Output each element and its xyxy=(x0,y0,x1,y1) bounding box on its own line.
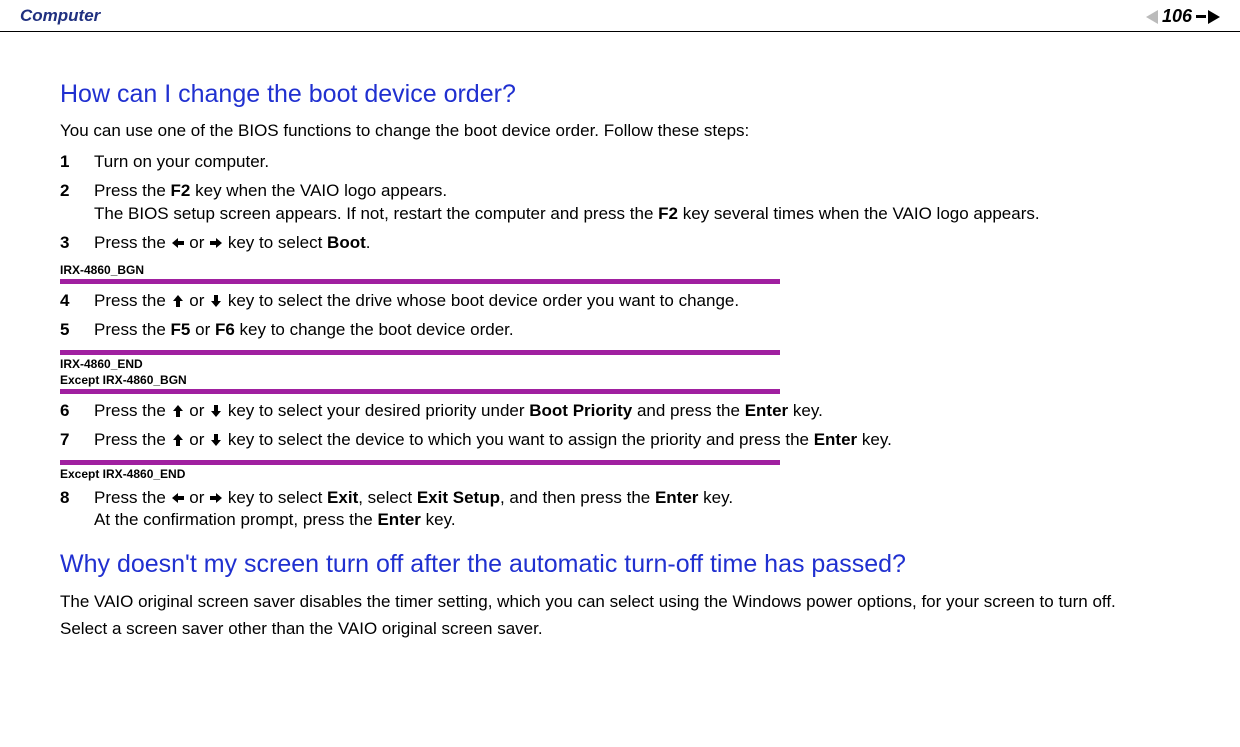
step-6: Press the or key to select your desired … xyxy=(60,400,1180,423)
arrow-left-icon xyxy=(171,236,185,250)
step-5: Press the F5 or F6 key to change the boo… xyxy=(60,319,1180,342)
steps-list-2: Press the or key to select the drive who… xyxy=(60,290,1180,342)
section-title: Computer xyxy=(20,6,100,26)
arrow-right-icon xyxy=(209,491,223,505)
marker-bar xyxy=(60,389,780,394)
step-8: Press the or key to select Exit, select … xyxy=(60,487,1180,533)
prev-page-icon[interactable] xyxy=(1146,10,1158,24)
marker-bar xyxy=(60,350,780,355)
step-1: Turn on your computer. xyxy=(60,151,1180,174)
steps-list-4: Press the or key to select Exit, select … xyxy=(60,487,1180,533)
arrow-left-icon xyxy=(171,491,185,505)
page-number: 106 xyxy=(1162,6,1192,27)
marker-irx-bgn: IRX-4860_BGN xyxy=(60,263,1180,284)
arrow-down-icon xyxy=(209,404,223,418)
marker-bar xyxy=(60,460,780,465)
next-page-icon[interactable] xyxy=(1208,10,1220,24)
steps-list-3: Press the or key to select your desired … xyxy=(60,400,1180,452)
steps-list: Turn on your computer. Press the F2 key … xyxy=(60,151,1180,255)
marker-bar xyxy=(60,279,780,284)
marker-except-irx-end: Except IRX-4860_END xyxy=(60,460,1180,481)
arrow-up-icon xyxy=(171,404,185,418)
question-1-title: How can I change the boot device order? xyxy=(60,80,1180,109)
question-2-body-1: The VAIO original screen saver disables … xyxy=(60,591,1180,614)
step-7: Press the or key to select the device to… xyxy=(60,429,1180,452)
question-2-body-2: Select a screen saver other than the VAI… xyxy=(60,618,1180,641)
step-4: Press the or key to select the drive who… xyxy=(60,290,1180,313)
arrow-right-icon xyxy=(209,236,223,250)
arrow-down-icon xyxy=(209,433,223,447)
arrow-up-icon xyxy=(171,433,185,447)
page-content: How can I change the boot device order? … xyxy=(0,32,1240,665)
marker-irx-end-except-bgn: IRX-4860_END Except IRX-4860_BGN xyxy=(60,350,1180,394)
question-1-intro: You can use one of the BIOS functions to… xyxy=(60,121,1180,141)
arrow-up-icon xyxy=(171,294,185,308)
page-nav: 106 xyxy=(1146,6,1220,27)
question-2-title: Why doesn't my screen turn off after the… xyxy=(60,550,1180,579)
page-header: Computer 106 xyxy=(0,0,1240,32)
step-3: Press the or key to select Boot. xyxy=(60,232,1180,255)
step-2: Press the F2 key when the VAIO logo appe… xyxy=(60,180,1180,226)
nav-dash-icon xyxy=(1196,15,1206,18)
arrow-down-icon xyxy=(209,294,223,308)
